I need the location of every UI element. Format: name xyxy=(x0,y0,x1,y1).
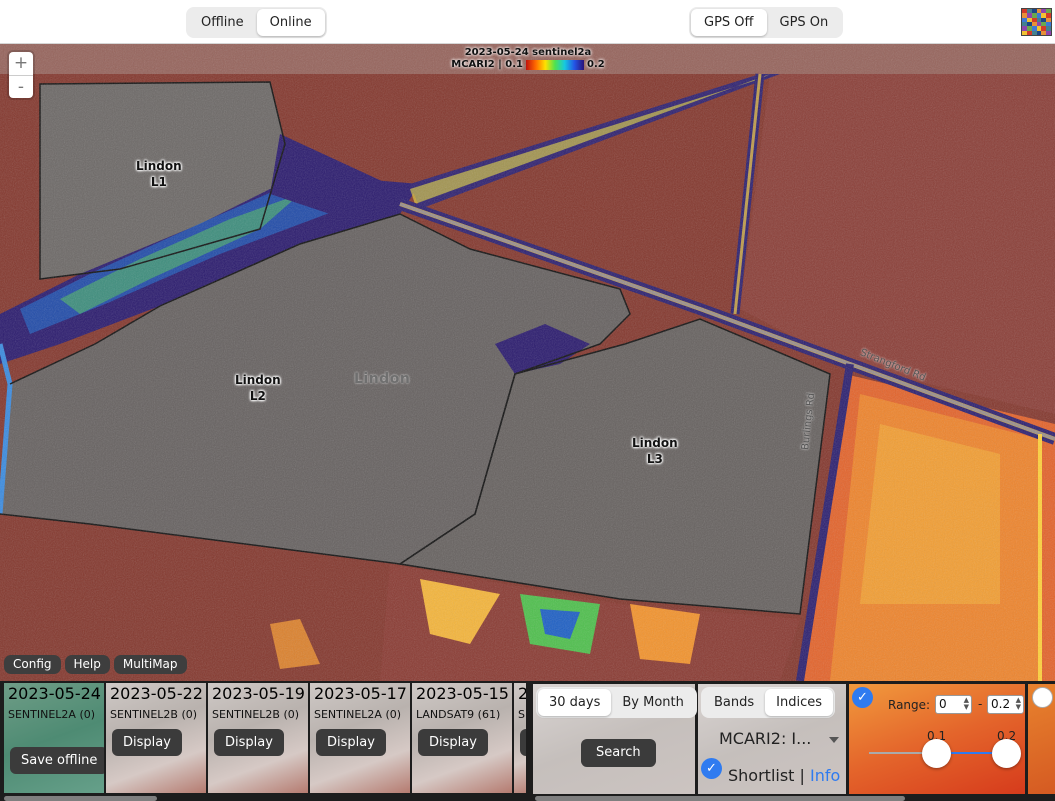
field-label-l1[interactable]: Lindon L1 xyxy=(136,158,182,190)
gps-off-option[interactable]: GPS Off xyxy=(691,9,767,36)
shortlist-checkbox-icon[interactable]: ✓ xyxy=(701,758,722,779)
field-label-l2[interactable]: Lindon L2 xyxy=(235,372,281,404)
top-bar: Offline Online GPS Off GPS On xyxy=(0,0,1055,44)
date-list[interactable]: 2023-05-24 SENTINEL2A (0) Save offline 2… xyxy=(4,683,526,793)
connection-mode-toggle: Offline Online xyxy=(186,7,327,38)
legend-max: 0.2 xyxy=(587,59,605,70)
range-dash: - xyxy=(978,697,983,711)
map-button-bar: Config Help MultiMap xyxy=(4,655,187,674)
index-legend: 2023-05-24 sentinel2a MCARI2 | 0.1 0.2 xyxy=(448,47,608,70)
range-slider-low-thumb[interactable] xyxy=(922,739,951,768)
logo-cell xyxy=(1046,30,1051,35)
map-view[interactable]: + - 2023-05-24 sentinel2a MCARI2 | 0.1 0… xyxy=(0,44,1055,681)
bands-indices-toggle: Bands Indices xyxy=(701,687,836,718)
range-min-input[interactable]: 0 ▲ ▼ xyxy=(935,695,972,714)
shortlist-label: Shortlist | xyxy=(728,766,805,785)
zoom-control: + - xyxy=(9,52,33,98)
date-card[interactable]: 2023-05-15 LANDSAT9 (61) Display xyxy=(412,683,512,793)
display-button[interactable]: Display xyxy=(214,729,284,756)
search-panel: 30 days By Month Search xyxy=(533,684,697,794)
range-panel: ✓ Range: 0 ▲ ▼ - 0.2 ▲ ▼ 0.1 0.2 xyxy=(849,684,1025,794)
place-label: Lindon xyxy=(354,371,411,387)
index-select[interactable]: MCARI2: I... xyxy=(719,729,839,748)
multimap-button[interactable]: MultiMap xyxy=(113,655,187,674)
display-button[interactable]: Display xyxy=(112,729,182,756)
offline-option[interactable]: Offline xyxy=(188,9,257,36)
date-card[interactable]: 2023-05-22 SENTINEL2B (0) Display xyxy=(106,683,206,793)
display-button[interactable]: Display xyxy=(418,729,488,756)
save-offline-button[interactable]: Save offline xyxy=(10,747,104,774)
shortlist-row: Shortlist | Info xyxy=(728,766,840,785)
help-button[interactable]: Help xyxy=(64,655,110,674)
range-slider-high-thumb[interactable] xyxy=(992,739,1021,768)
index-select-value: MCARI2: I... xyxy=(719,729,812,748)
range-label: Range: xyxy=(888,698,931,712)
display-button[interactable]: D xyxy=(520,729,526,756)
date-card[interactable]: 20 SEN D xyxy=(514,683,526,793)
extra-checkbox-icon[interactable] xyxy=(1032,687,1053,708)
indices-option[interactable]: Indices xyxy=(765,689,834,716)
zoom-in-button[interactable]: + xyxy=(9,52,33,75)
index-panel: Bands Indices MCARI2: I... ✓ Shortlist |… xyxy=(698,684,846,794)
by-month-option[interactable]: By Month xyxy=(611,689,695,716)
stepper-icon[interactable]: ▲ ▼ xyxy=(1016,697,1021,711)
search-button[interactable]: Search xyxy=(581,739,656,767)
zoom-out-button[interactable]: - xyxy=(9,75,33,98)
display-button[interactable]: Display xyxy=(316,729,386,756)
chevron-down-icon xyxy=(829,737,839,743)
config-button[interactable]: Config xyxy=(4,655,61,674)
info-link[interactable]: Info xyxy=(810,766,840,785)
bottom-panel: 2023-05-24 SENTINEL2A (0) Save offline 2… xyxy=(0,681,1055,801)
field-label-l3[interactable]: Lindon L3 xyxy=(632,435,678,467)
controls-scrollbar[interactable] xyxy=(535,796,905,801)
legend-title: 2023-05-24 sentinel2a xyxy=(464,47,592,58)
bands-option[interactable]: Bands xyxy=(703,689,765,716)
range-checkbox-icon[interactable]: ✓ xyxy=(852,687,873,708)
gps-toggle: GPS Off GPS On xyxy=(689,7,844,38)
30-days-option[interactable]: 30 days xyxy=(538,689,612,716)
period-toggle: 30 days By Month xyxy=(536,687,697,718)
grid-logo-icon[interactable] xyxy=(1021,8,1052,36)
extra-panel xyxy=(1028,684,1055,794)
legend-color-bar xyxy=(526,59,585,70)
range-max-input[interactable]: 0.2 ▲ ▼ xyxy=(987,695,1024,714)
gps-on-option[interactable]: GPS On xyxy=(767,9,842,36)
date-card[interactable]: 2023-05-17 SENTINEL2A (0) Display xyxy=(310,683,410,793)
stepper-icon[interactable]: ▲ ▼ xyxy=(964,697,969,711)
date-card[interactable]: 2023-05-19 SENTINEL2B (0) Display xyxy=(208,683,308,793)
legend-index-name: MCARI2 | 0.1 xyxy=(451,59,524,70)
date-card[interactable]: 2023-05-24 SENTINEL2A (0) Save offline xyxy=(4,683,104,793)
online-option[interactable]: Online xyxy=(256,9,325,36)
date-list-scrollbar[interactable] xyxy=(4,796,157,801)
